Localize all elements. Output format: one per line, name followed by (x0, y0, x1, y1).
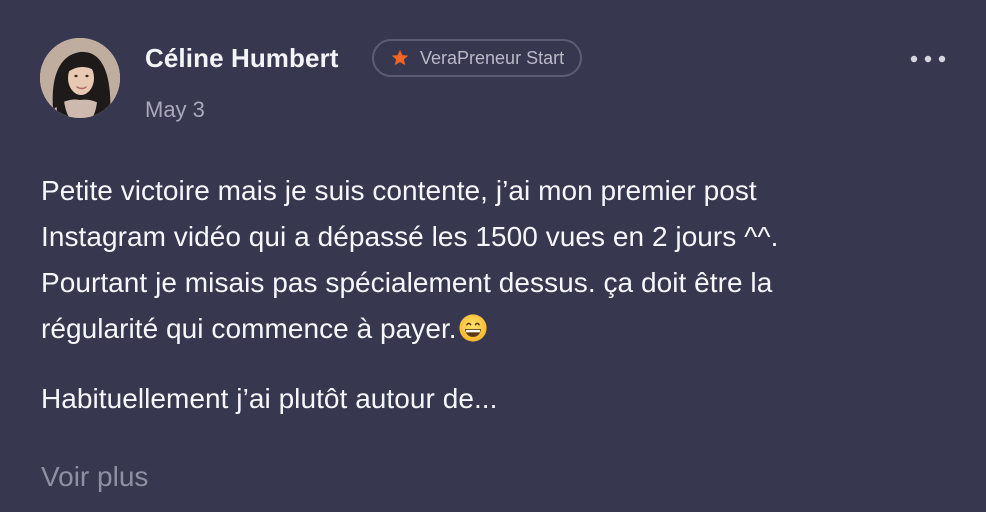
post-body: Petite victoire mais je suis contente, j… (41, 168, 951, 422)
more-options-button[interactable] (906, 46, 950, 72)
post-text-line: Pourtant je misais pas spécialement dess… (41, 267, 773, 298)
membership-badge: VeraPreneur Start (372, 39, 583, 77)
badge-label: VeraPreneur Start (420, 48, 565, 68)
avatar-image (40, 38, 120, 118)
post-paragraph: Petite victoire mais je suis contente, j… (41, 168, 951, 352)
post-text-line-content: régularité qui commence à payer. (41, 313, 457, 344)
post-date[interactable]: May 3 (145, 96, 205, 124)
author-name[interactable]: Céline Humbert (145, 42, 339, 74)
star-icon (391, 49, 409, 66)
grinning-face-emoji (459, 314, 487, 342)
post-card: Céline Humbert VeraPreneur Start May 3 P… (0, 0, 986, 512)
post-text-line-last: régularité qui commence à payer. (41, 306, 951, 352)
see-more-link[interactable]: Voir plus (41, 457, 148, 497)
more-horizontal-icon (910, 55, 946, 63)
avatar[interactable] (40, 38, 120, 118)
post-text-line: Petite victoire mais je suis contente, j… (41, 175, 757, 206)
post-text-line: Instagram vidéo qui a dépassé les 1500 v… (41, 221, 779, 252)
post-paragraph: Habituellement j’ai plutôt autour de... (41, 376, 951, 422)
post-text-line: Habituellement j’ai plutôt autour de... (41, 383, 498, 414)
